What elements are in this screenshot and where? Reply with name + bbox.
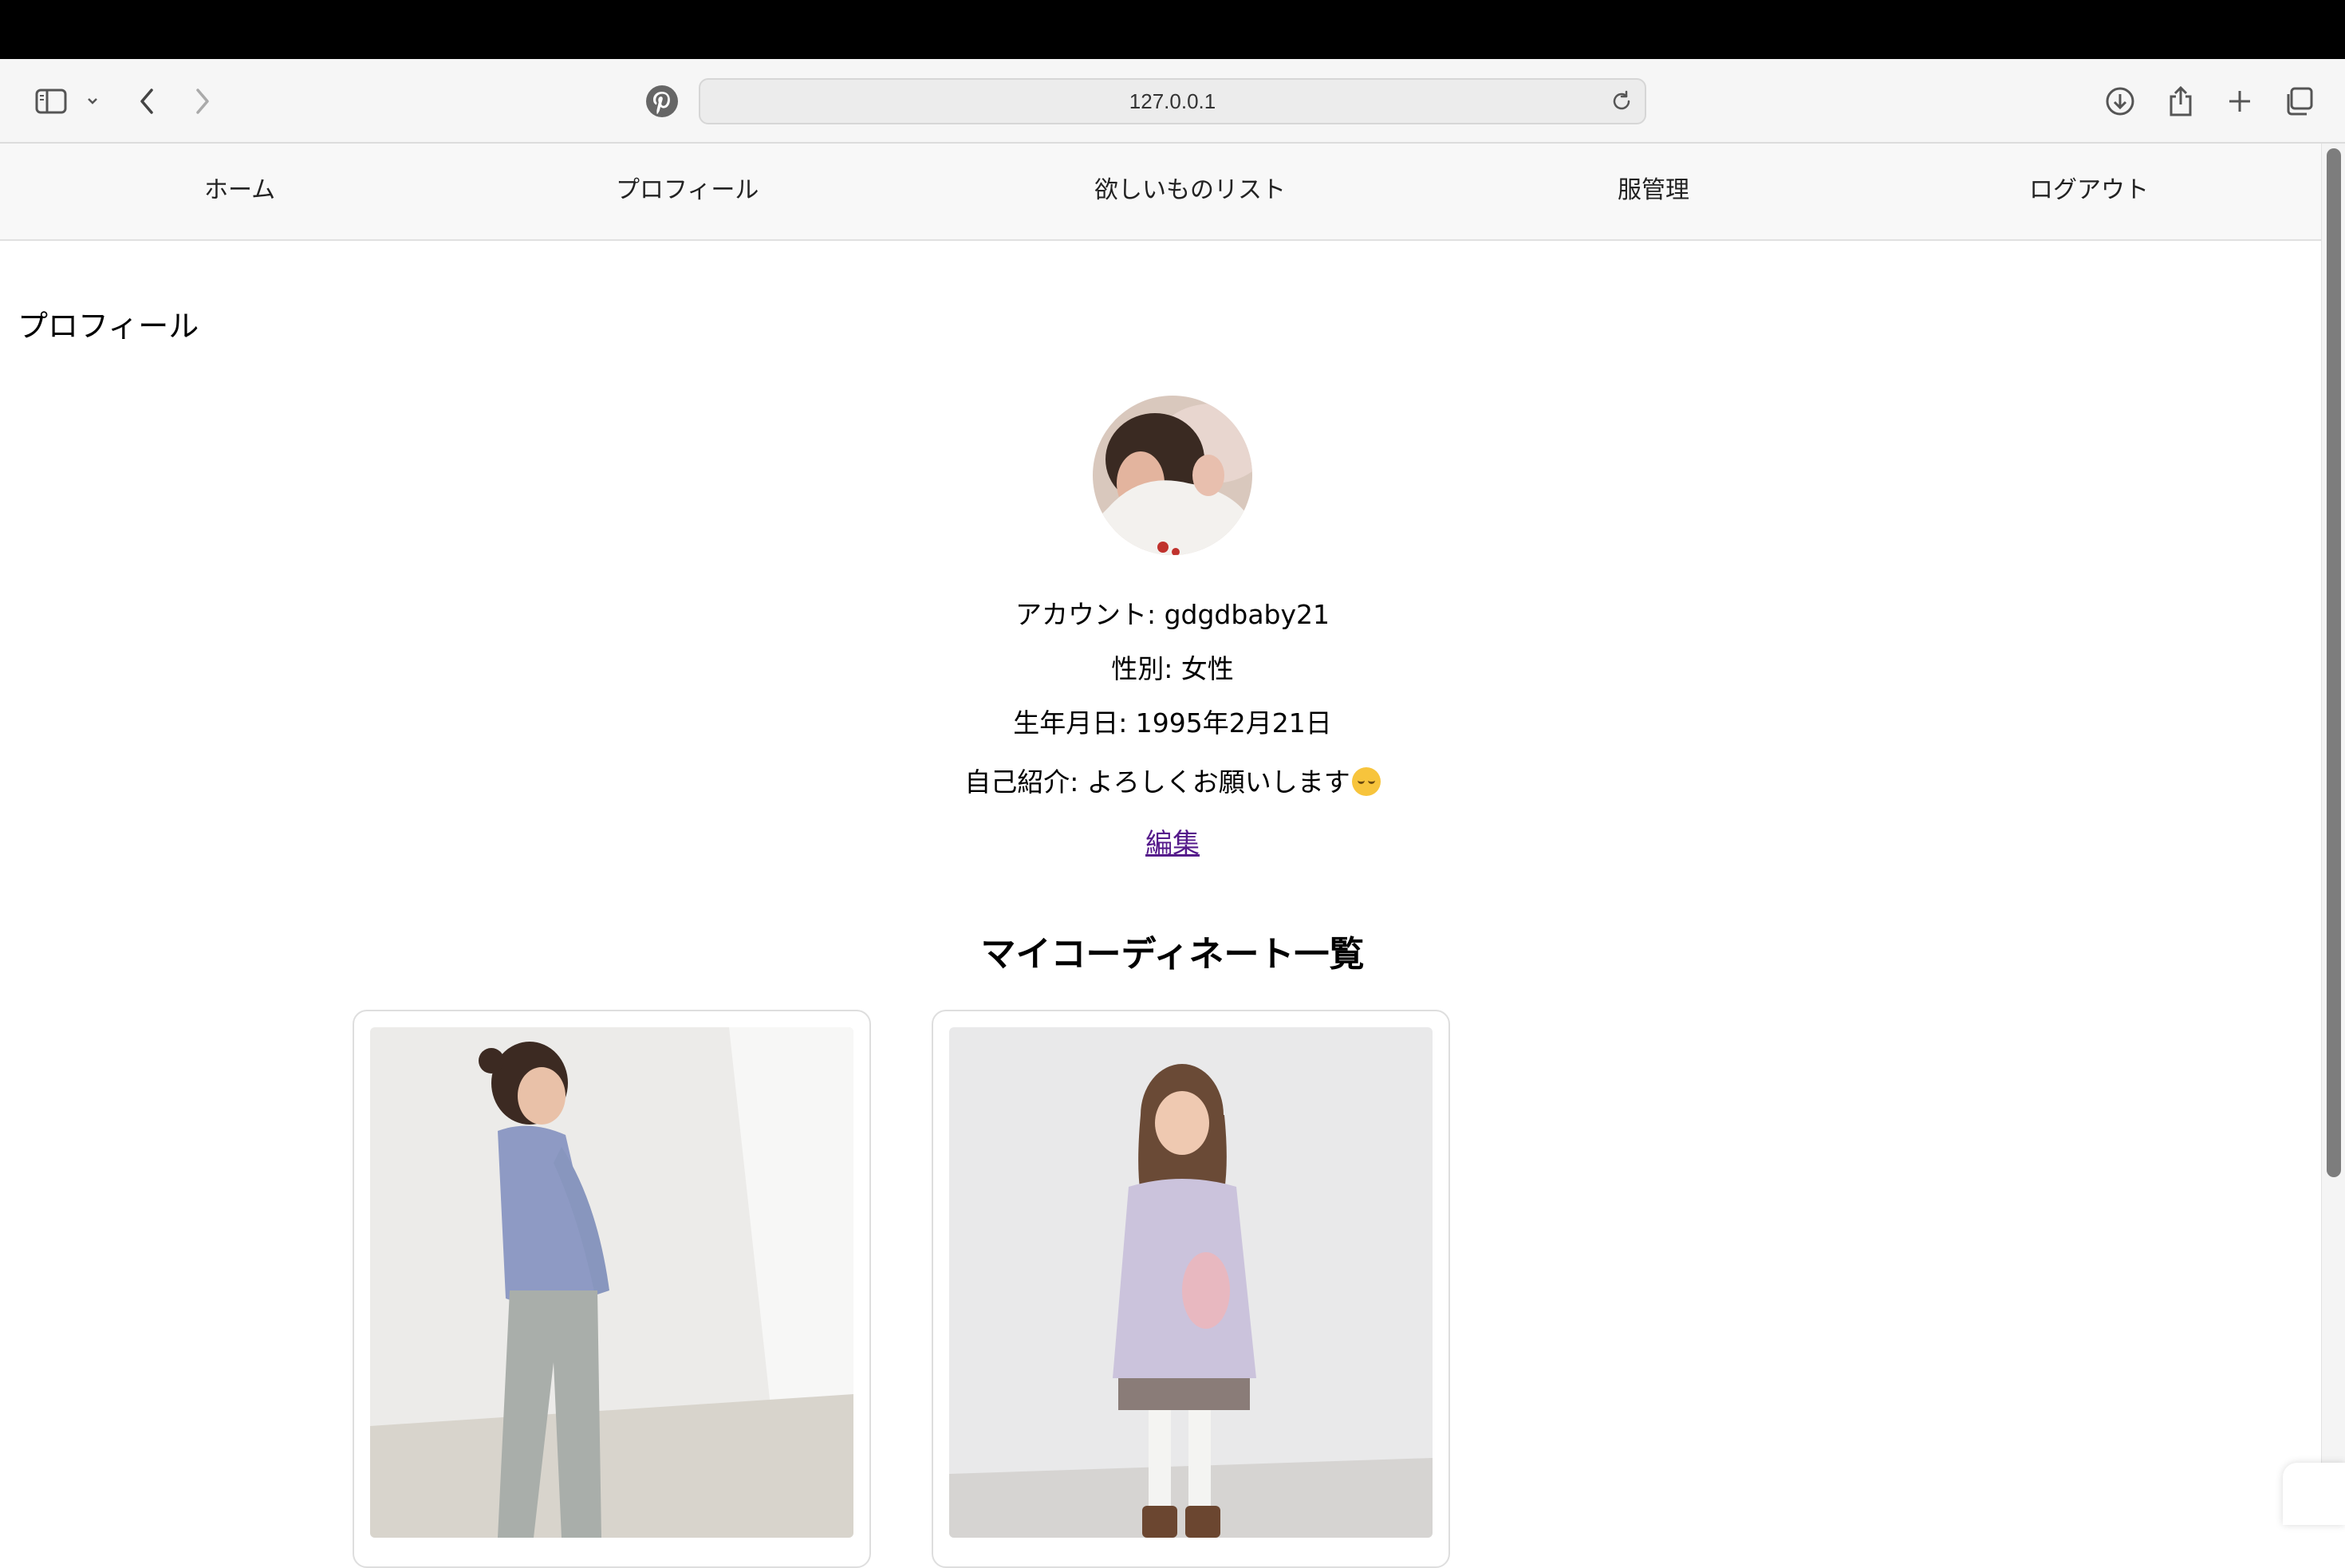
nav-clothes-management[interactable]: 服管理: [1618, 144, 1689, 238]
self-introduction-text: 自己紹介: よろしくお願いします: [964, 766, 1350, 798]
forward-arrow-icon[interactable]: [188, 75, 217, 128]
avatar: [1093, 396, 1252, 555]
share-icon[interactable]: [2163, 75, 2198, 128]
self-introduction: 自己紹介: よろしくお願いします: [718, 761, 1627, 799]
system-menu-bar: [0, 0, 2345, 59]
browser-toolbar: 127.0.0.1: [0, 59, 2345, 144]
page-scrollbar[interactable]: [2321, 144, 2345, 1525]
tabs-overview-icon[interactable]: [2281, 75, 2316, 128]
scrollbar-thumb[interactable]: [2327, 148, 2341, 1177]
nav-logout[interactable]: ログアウト: [2029, 144, 2149, 238]
account-text: アカウント: gdgdbaby21: [1015, 599, 1330, 630]
floating-widget[interactable]: [2283, 1463, 2345, 1525]
coordinate-card[interactable]: [353, 1010, 871, 1568]
birthday-text: 生年月日: 1995年2月21日: [1013, 707, 1332, 739]
site-navigation: ホーム プロフィール 欲しいものリスト 服管理 ログアウト: [0, 144, 2321, 241]
url-text: 127.0.0.1: [1129, 89, 1216, 113]
nav-home[interactable]: ホーム: [204, 144, 275, 238]
relieved-face-emoji-icon: [1351, 767, 1381, 796]
coordinate-photo: [370, 1027, 853, 1538]
nav-wishlist[interactable]: 欲しいものリスト: [1094, 144, 1286, 238]
coordinate-list-title: マイコーディネート一覧: [980, 934, 1365, 975]
coordinate-photo: [949, 1027, 1433, 1538]
page-title: プロフィール: [18, 309, 199, 344]
edit-profile-link[interactable]: 編集: [1117, 821, 1228, 861]
new-tab-icon[interactable]: [2222, 75, 2257, 128]
back-arrow-icon[interactable]: [132, 75, 161, 128]
address-bar[interactable]: 127.0.0.1: [699, 78, 1646, 124]
chevron-down-icon[interactable]: [83, 75, 102, 128]
gender-text: 性別: 女性: [1111, 653, 1234, 684]
sidebar-icon[interactable]: [30, 75, 72, 128]
coordinate-card[interactable]: [932, 1010, 1450, 1568]
download-icon[interactable]: [2103, 75, 2138, 128]
nav-profile[interactable]: プロフィール: [616, 144, 759, 238]
reload-icon[interactable]: [1610, 89, 1634, 116]
pinterest-icon[interactable]: [643, 75, 681, 128]
